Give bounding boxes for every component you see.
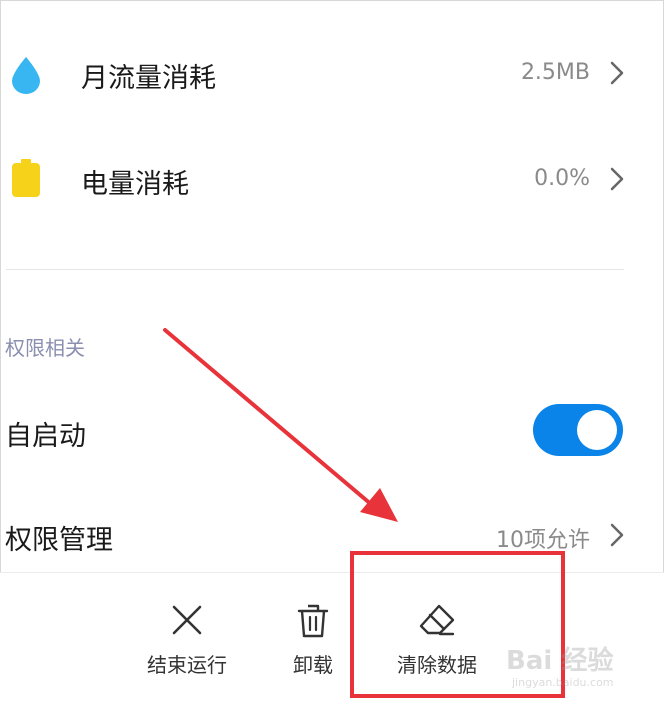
baidu-jingyan-watermark: Bai 经验 jingyan.baidu.com (506, 640, 636, 696)
watermark-sub-text: jingyan.baidu.com (512, 676, 614, 689)
watermark-main-text: Bai 经验 (506, 646, 614, 676)
arrow-head (360, 488, 398, 522)
